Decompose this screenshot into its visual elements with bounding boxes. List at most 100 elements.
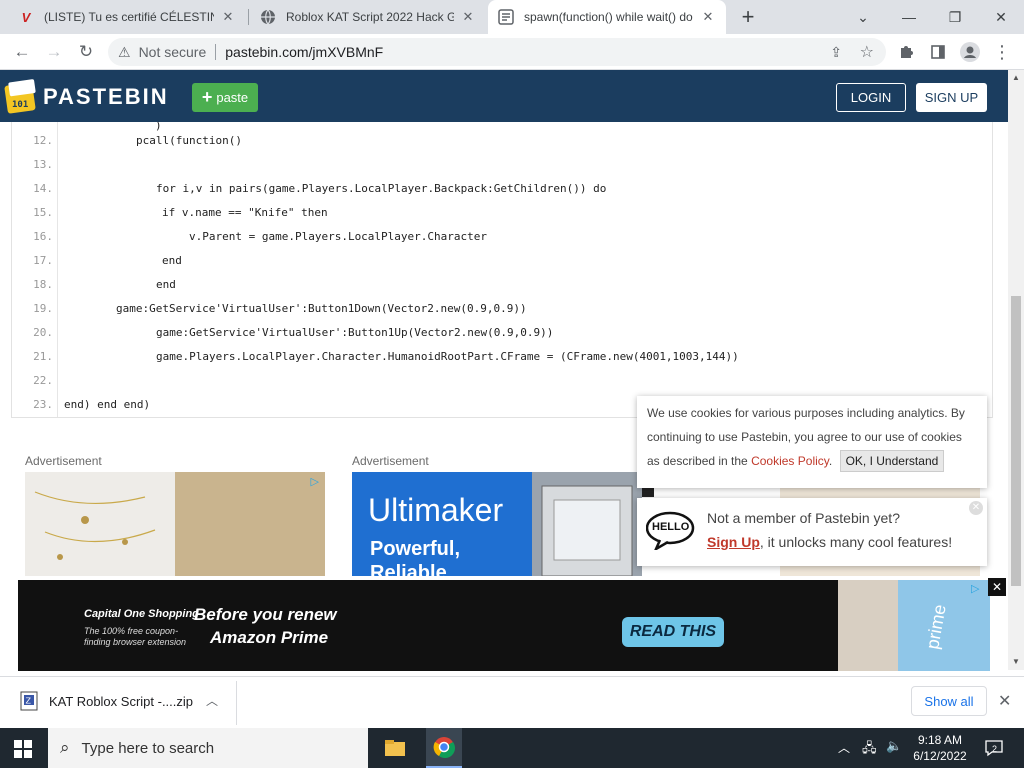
windows-taskbar: ⌕ Type here to search ︿ 🖧 🔈 9:18 AM 6/12… [0,728,1024,768]
paste-label: paste [216,90,249,105]
minimize-icon[interactable]: — [886,0,932,34]
url-text[interactable]: pastebin.com/jmXVBMnF [225,44,383,60]
code-text[interactable]: game:GetService'VirtualUser':Button1Down… [116,297,527,321]
code-line: 17. end [12,249,992,273]
scroll-thumb[interactable] [1011,296,1021,586]
svg-text:101: 101 [12,100,28,110]
warning-icon[interactable]: ⚠ [118,44,131,61]
security-label[interactable]: Not secure [139,44,207,60]
bottom-banner-ad[interactable]: Capital One Shopping The 100% free coupo… [18,580,990,671]
address-toolbar: ← → ↻ ⚠ Not secure pastebin.com/jmXVBMnF… [0,34,1024,70]
code-text[interactable]: end) end end) [64,393,150,417]
adchoices-icon[interactable]: ▷ [311,475,319,488]
volume-icon[interactable]: 🔈 [886,738,902,754]
share-icon[interactable]: ⇪ [830,44,842,61]
adchoices-icon[interactable]: ▷ [971,582,979,595]
code-text[interactable]: end [162,249,182,273]
windows-start-icon[interactable] [14,740,32,758]
close-ad-button[interactable]: ✕ [988,578,1006,596]
line-number: 17. [33,254,53,267]
back-arrow-icon[interactable]: ← [8,38,36,66]
line-number: 21. [33,350,53,363]
line-number: 18. [33,278,53,291]
plus-icon: + [201,87,213,107]
line-number: 14. [33,182,53,195]
cookie-accept-button[interactable]: OK, I Understand [839,450,945,472]
forward-arrow-icon[interactable]: → [40,38,68,66]
file-explorer-icon[interactable] [378,734,412,764]
read-this-button[interactable]: READ THIS [622,617,724,647]
pastebin-logo-icon[interactable]: 101 [4,78,38,114]
code-text[interactable]: v.Parent = game.Players.LocalPlayer.Char… [189,225,487,249]
tab-title: Roblox KAT Script 2022 Hack GUI [286,10,454,24]
new-tab-button[interactable]: + [734,4,762,30]
line-number: 20. [33,326,53,339]
browser-tab-bar: V (LISTE) Tu es certifié CÉLESTIN si ✕ R… [0,0,1024,34]
line-number: 13. [33,158,53,171]
menu-kebab-icon[interactable]: ⋮ [988,38,1016,66]
chevron-up-icon[interactable]: ︿ [206,692,218,709]
cookies-policy-link[interactable]: Cookies Policy [751,454,829,468]
tray-chevron-up-icon[interactable]: ︿ [838,739,850,756]
code-text[interactable]: for i,v in pairs(game.Players.LocalPlaye… [156,177,606,201]
login-button[interactable]: LOGIN [836,83,906,112]
line-number: 15. [33,206,53,219]
code-line: 13. [12,153,992,177]
code-text[interactable]: game:GetService'VirtualUser':Button1Up(V… [156,321,553,345]
code-text[interactable]: pcall(function() [136,129,242,153]
vinted-icon: V [21,9,31,25]
extensions-puzzle-icon[interactable] [892,38,920,66]
code-text[interactable]: end [156,273,176,297]
close-tab-icon[interactable]: ✕ [220,9,236,25]
side-panel-icon[interactable] [924,38,952,66]
code-text[interactable]: game.Players.LocalPlayer.Character.Human… [156,345,739,369]
notifications-icon[interactable]: 2 [984,738,1004,758]
close-tab-icon[interactable]: ✕ [460,9,476,25]
taskbar-search-placeholder: Type here to search [81,739,215,757]
close-window-icon[interactable]: ✕ [978,0,1024,34]
clock[interactable]: 9:18 AM 6/12/2022 [908,732,972,764]
code-line: 16. v.Parent = game.Players.LocalPlayer.C… [12,225,992,249]
tab-pastebin-active[interactable]: spawn(function() while wait() do ✕ [488,0,726,34]
globe-icon [260,9,276,25]
bookmark-star-icon[interactable]: ☆ [860,42,874,62]
page-scrollbar[interactable]: ▲ ▼ [1008,70,1024,670]
omnibox[interactable]: ⚠ Not secure pastebin.com/jmXVBMnF ⇪ ☆ [108,38,886,66]
member-line1: Not a member of Pastebin yet? [707,510,900,526]
tab-vinted[interactable]: V (LISTE) Tu es certifié CÉLESTIN si ✕ [8,0,246,34]
jewelry-ad[interactable]: ▷ [25,472,325,576]
ad-headline2: Amazon Prime [210,628,329,647]
new-paste-button[interactable]: + paste [192,83,258,112]
restore-icon[interactable]: ❐ [932,0,978,34]
download-bar: Z KAT Roblox Script -....zip ︿ Show all … [0,676,1024,728]
cookie-dot: . [828,454,833,468]
scroll-down-arrow-icon[interactable]: ▼ [1008,654,1024,670]
show-all-button[interactable]: Show all [911,686,987,716]
reload-icon[interactable]: ↻ [72,38,100,66]
member-close-icon[interactable]: ✕ [969,501,983,515]
download-filename[interactable]: KAT Roblox Script -....zip [49,694,193,709]
code-line: 14. for i,v in pairs(game.Players.LocalPl… [12,177,992,201]
taskbar-search-box[interactable]: ⌕ Type here to search [48,728,368,768]
profile-avatar-icon[interactable] [956,38,984,66]
pastebin-icon [498,9,514,25]
network-icon[interactable]: 🖧 [862,739,877,761]
close-download-bar-icon[interactable]: ✕ [998,691,1011,711]
scroll-up-arrow-icon[interactable]: ▲ [1008,70,1024,86]
tab-title: spawn(function() while wait() do [524,10,693,24]
pastebin-header: 101 PASTEBIN + paste LOGIN SIGN UP [0,70,1008,122]
close-tab-icon[interactable]: ✕ [700,9,716,25]
tab-search-icon[interactable]: ⌄ [840,0,886,34]
pastebin-logo-text[interactable]: PASTEBIN [43,84,169,110]
tab-roblox-kat[interactable]: Roblox KAT Script 2022 Hack GUI ✕ [250,0,486,34]
notification-count: 2 [992,744,998,754]
ultimaker-ad[interactable]: Ultimaker Powerful, Reliable [352,472,642,576]
zip-file-icon: Z [20,691,38,711]
chrome-taskbar-button[interactable] [426,728,462,768]
signup-button[interactable]: SIGN UP [916,83,987,112]
signup-link[interactable]: Sign Up [707,534,760,550]
code-line: 21. game.Players.LocalPlayer.Character.Hu… [12,345,992,369]
tab-title: (LISTE) Tu es certifié CÉLESTIN si [44,10,214,24]
amazon-box-image: prime [838,580,990,671]
code-text[interactable]: if v.name == "Knife" then [162,201,328,225]
